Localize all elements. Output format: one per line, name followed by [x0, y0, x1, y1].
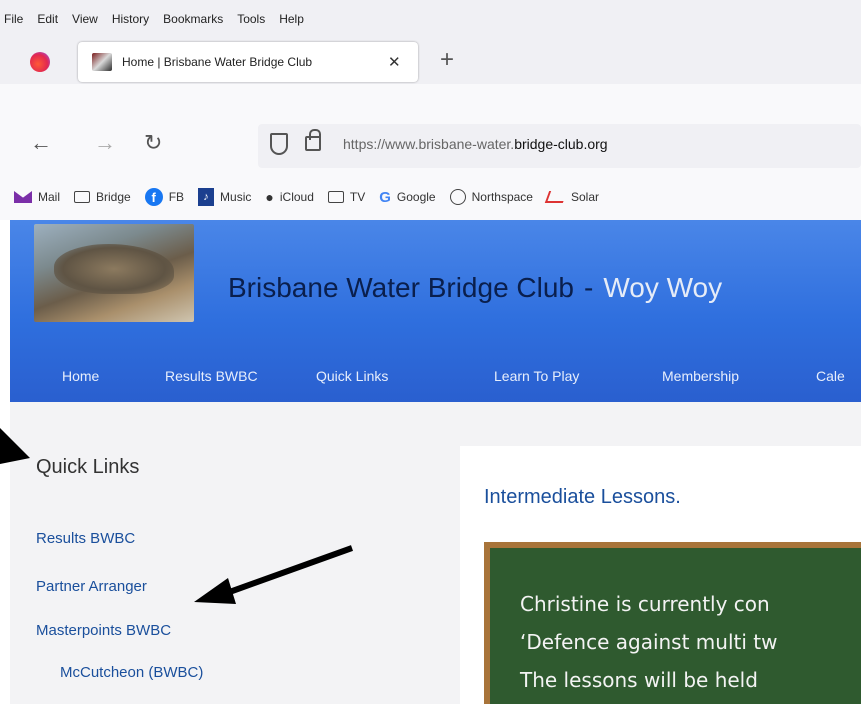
- menu-history[interactable]: History: [112, 12, 149, 26]
- tracking-shield-icon[interactable]: [270, 133, 288, 155]
- bookmark-label: Northspace: [471, 190, 533, 204]
- menu-tools[interactable]: Tools: [237, 12, 265, 26]
- annotation-arrow-partner-arranger: [194, 545, 354, 604]
- chalkboard-line: ‘Defence against multi tw: [520, 630, 778, 654]
- bookmark-mail[interactable]: Mail: [14, 190, 60, 204]
- new-tab-button[interactable]: +: [440, 46, 454, 74]
- site-favicon-icon: [92, 53, 112, 71]
- close-tab-icon[interactable]: ✕: [388, 53, 401, 71]
- nav-home[interactable]: Home: [62, 368, 99, 384]
- bookmarks-toolbar: Mail Bridge f FB ♪ Music ● iCloud TV G Googl…: [0, 174, 861, 220]
- nav-results-bwbc[interactable]: Results BWBC: [165, 368, 258, 384]
- bookmark-google[interactable]: G Google: [379, 189, 435, 206]
- bookmark-icloud[interactable]: ● iCloud: [265, 189, 314, 205]
- menu-file[interactable]: File: [4, 12, 23, 26]
- menu-bookmarks[interactable]: Bookmarks: [163, 12, 223, 26]
- chalkboard-line: Christine is currently con: [520, 592, 770, 616]
- reload-button[interactable]: ↻: [144, 130, 162, 156]
- bookmark-solar[interactable]: Solar: [544, 190, 599, 204]
- tab-strip: Home | Brisbane Water Bridge Club ✕ +: [0, 38, 861, 84]
- club-logo-photo[interactable]: [34, 224, 194, 322]
- bookmark-fb[interactable]: f FB: [144, 188, 185, 206]
- nav-quick-links[interactable]: Quick Links: [316, 368, 388, 384]
- nav-membership[interactable]: Membership: [662, 368, 739, 384]
- url-text[interactable]: https://www.brisbane-water.bridge-club.o…: [343, 136, 608, 152]
- bookmark-label: Bridge: [96, 190, 131, 204]
- link-results-bwbc[interactable]: Results BWBC: [36, 530, 135, 547]
- url-domain: bridge-club.org: [514, 136, 608, 152]
- google-icon: G: [379, 188, 391, 206]
- annotation-arrow-quick-links: [0, 428, 30, 464]
- content-card: Intermediate Lessons. Christine is curre…: [460, 446, 861, 704]
- chalkboard-line: The lessons will be held: [520, 668, 758, 692]
- bookmark-label: TV: [349, 190, 366, 204]
- chalkboard-surface: Christine is currently con ‘Defence agai…: [490, 548, 861, 704]
- bookmark-label: Mail: [38, 190, 61, 204]
- link-mccutcheon-bwbc[interactable]: McCutcheon (BWBC): [60, 664, 203, 681]
- menu-bar: File Edit View History Bookmarks Tools H…: [0, 0, 861, 38]
- folder-icon: [327, 191, 344, 203]
- link-partner-arranger[interactable]: Partner Arranger: [36, 578, 147, 595]
- nav-calendar[interactable]: Cale: [816, 368, 845, 384]
- bookmark-label: iCloud: [279, 190, 314, 204]
- site-title: Brisbane Water Bridge Club - Woy Woy: [228, 272, 722, 304]
- folder-icon: [74, 191, 91, 203]
- menu-view[interactable]: View: [72, 12, 98, 26]
- music-icon: ♪: [198, 188, 215, 206]
- mail-icon: [14, 191, 32, 203]
- navigation-toolbar: ← → ↻ https://www.brisbane-water.bridge-…: [0, 118, 861, 174]
- facebook-icon: f: [144, 188, 163, 206]
- bookmark-northspace[interactable]: Northspace: [449, 189, 533, 205]
- back-button[interactable]: ←: [30, 130, 52, 156]
- nav-learn-to-play[interactable]: Learn To Play: [494, 368, 579, 384]
- bookmark-label: Solar: [570, 190, 599, 204]
- globe-icon: [449, 189, 466, 205]
- chalkboard-image: Christine is currently con ‘Defence agai…: [484, 542, 861, 704]
- quick-links-heading: Quick Links: [36, 456, 140, 478]
- content-heading[interactable]: Intermediate Lessons.: [484, 486, 681, 509]
- site-title-main: Brisbane Water Bridge Club: [228, 272, 575, 303]
- site-header: Brisbane Water Bridge Club - Woy Woy Home …: [10, 220, 861, 402]
- toolbar-spacer: [0, 84, 861, 118]
- tab-title: Home | Brisbane Water Bridge Club: [122, 55, 313, 69]
- menu-edit[interactable]: Edit: [37, 12, 58, 26]
- chart-icon: [544, 191, 568, 203]
- menu-help[interactable]: Help: [279, 12, 304, 26]
- tab-home[interactable]: Home | Brisbane Water Bridge Club ✕: [78, 42, 418, 82]
- firefox-icon[interactable]: [30, 52, 50, 72]
- lock-icon[interactable]: [305, 129, 321, 151]
- bookmark-label: Google: [396, 190, 436, 204]
- apple-icon: ●: [265, 189, 274, 205]
- site-subtitle: Woy Woy: [603, 272, 723, 303]
- bookmark-label: FB: [168, 190, 185, 204]
- bookmark-tv[interactable]: TV: [327, 190, 366, 204]
- forward-button[interactable]: →: [94, 130, 116, 156]
- bookmark-music[interactable]: ♪ Music: [198, 188, 251, 206]
- bookmark-label: Music: [220, 190, 252, 204]
- bookmark-bridge[interactable]: Bridge: [74, 190, 131, 204]
- url-prefix: https://www.brisbane-water.: [343, 136, 515, 152]
- title-separator: -: [584, 272, 594, 303]
- link-masterpoints-bwbc[interactable]: Masterpoints BWBC: [36, 622, 171, 639]
